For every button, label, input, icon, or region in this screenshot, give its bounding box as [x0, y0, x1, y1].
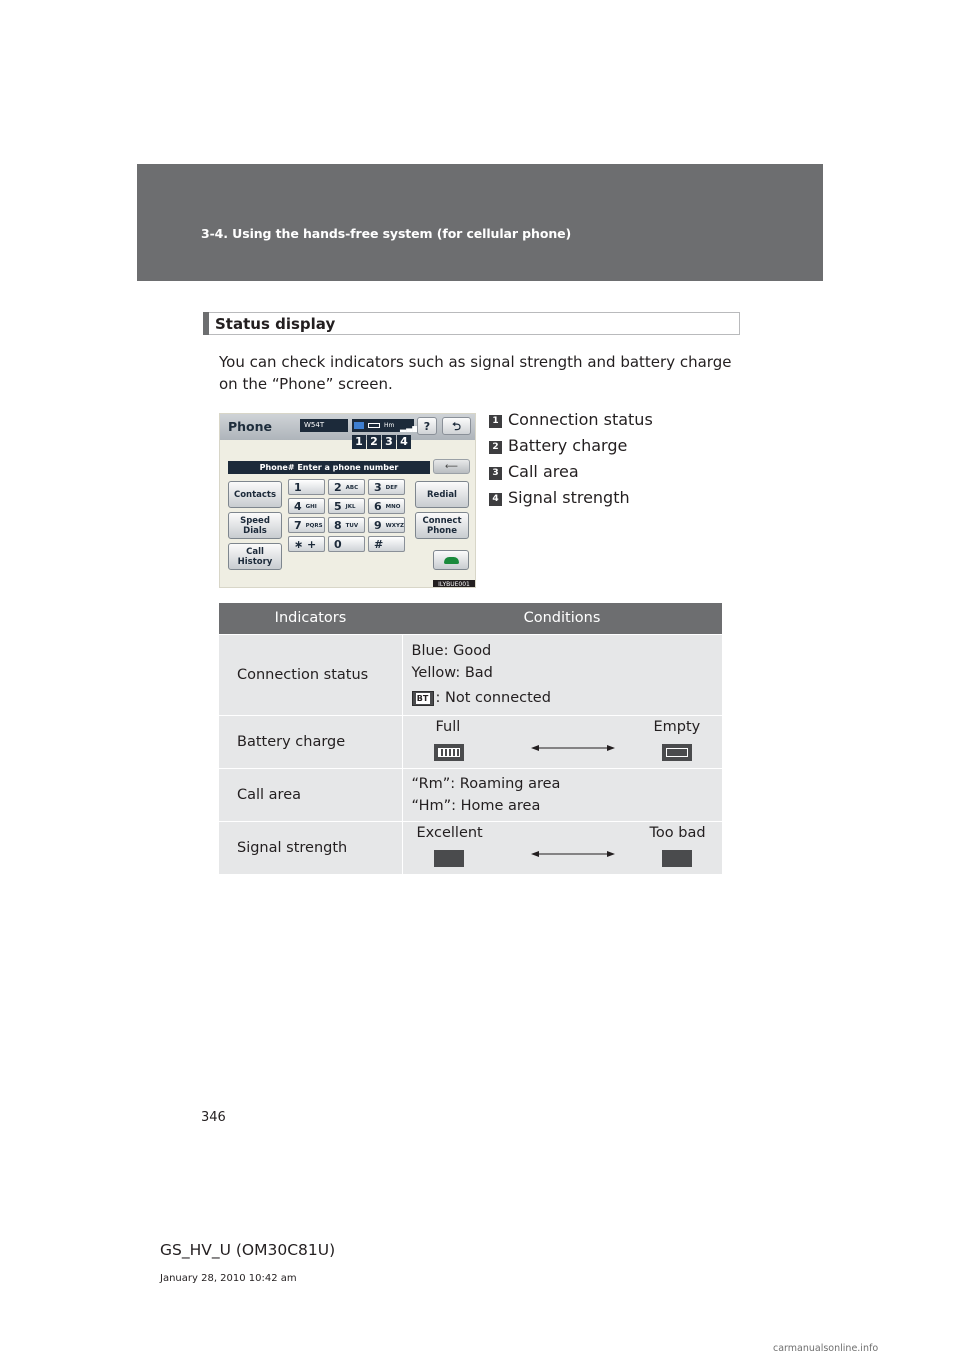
- key-4[interactable]: 4 GHI: [288, 498, 325, 514]
- section-heading-bar: [203, 312, 209, 335]
- key-2[interactable]: 2 ABC: [328, 479, 365, 495]
- call-area-text: Hm: [384, 422, 395, 429]
- indicator-name: Connection status: [219, 633, 403, 715]
- scale-left-label: Full: [435, 719, 461, 735]
- table-row: Call area “Rm”: Roaming area “Hm”: Home …: [219, 767, 722, 821]
- delete-button[interactable]: ⟵: [433, 459, 470, 474]
- indicator-name: Signal strength: [219, 820, 403, 874]
- status-callouts: 1 2 3 4: [352, 435, 411, 449]
- condition-text: Blue: Good: [411, 643, 492, 659]
- legend-label: Call area: [508, 462, 579, 481]
- condition-cell: Blue: Good Yellow: Bad : Not connected: [402, 633, 723, 715]
- section-heading: Status display: [203, 312, 740, 335]
- speed-dials-button[interactable]: Speed Dials: [228, 512, 282, 539]
- connect-phone-button[interactable]: Connect Phone: [415, 512, 469, 539]
- key-9[interactable]: 9 WXYZ: [368, 517, 405, 533]
- document-id: GS_HV_U (OM30C81U): [160, 1241, 336, 1259]
- legend-label: Battery charge: [508, 436, 628, 455]
- signal-icon: ▂▃▅: [400, 423, 419, 432]
- scale-right-label: Too bad: [649, 825, 706, 842]
- phone-screen-image: Phone W54T Hm ▂▃▅ 1 2 3 4 ? ⮌ Phone# Ent…: [219, 413, 476, 588]
- callout-1: 1: [352, 435, 366, 449]
- condition-cell: “Rm”: Roaming area “Hm”: Home area: [402, 767, 722, 821]
- battery-icon: [368, 423, 380, 428]
- help-button[interactable]: ?: [417, 417, 437, 435]
- call-history-button[interactable]: Call History: [228, 543, 282, 570]
- bt-icon: [354, 422, 364, 429]
- double-arrow-icon: [530, 851, 615, 858]
- header-band: 3-4. Using the hands-free system (for ce…: [137, 164, 823, 281]
- callout-4: 4: [397, 435, 411, 449]
- signal-none-icon: [661, 850, 802, 892]
- battery-full-icon: [433, 744, 464, 761]
- key-8[interactable]: 8 TUV: [328, 517, 365, 533]
- legend-number: 3: [489, 467, 502, 480]
- column-header-indicators: Indicators: [219, 603, 402, 634]
- table-row: Connection status Blue: Good Yellow: Bad…: [219, 633, 723, 715]
- breadcrumb: 3-4. Using the hands-free system (for ce…: [201, 226, 572, 241]
- watermark: carmanualsonline.info: [773, 1343, 879, 1354]
- call-button[interactable]: [433, 550, 469, 570]
- key-star[interactable]: ∗ +: [288, 536, 325, 552]
- contacts-button[interactable]: Contacts: [228, 481, 282, 508]
- signal-scale: Excellent Too bad: [412, 822, 802, 892]
- key-1[interactable]: 1: [288, 479, 325, 495]
- phone-handset-icon: [444, 557, 459, 564]
- scale-right-label: Empty: [653, 719, 701, 735]
- indicators-table: Indicators Conditions Connection status …: [219, 603, 802, 892]
- phone-model-label: W54T: [300, 419, 348, 432]
- condition-text: Yellow: Bad: [411, 665, 493, 681]
- phone-status-bar: Hm ▂▃▅: [352, 419, 418, 432]
- legend-number: 4: [489, 493, 502, 506]
- legend-number: 1: [489, 415, 502, 428]
- condition-text: “Rm”: Roaming area: [411, 775, 561, 792]
- key-3[interactable]: 3 DEF: [368, 479, 405, 495]
- legend-number: 2: [489, 441, 502, 454]
- page-number: 346: [201, 1110, 226, 1125]
- section-title: Status display: [215, 315, 336, 333]
- redial-button[interactable]: Redial: [415, 481, 469, 508]
- indicator-name: Battery charge: [219, 714, 403, 768]
- phone-screen-title: Phone: [228, 419, 273, 434]
- key-7[interactable]: 7 PQRS: [288, 517, 325, 533]
- condition-cell: Full Empty: [402, 714, 723, 768]
- condition-text: “Hm”: Home area: [411, 797, 541, 814]
- key-6[interactable]: 6 MNO: [368, 498, 405, 514]
- intro-paragraph: You can check indicators such as signal …: [219, 353, 732, 393]
- legend-label: Signal strength: [508, 488, 630, 507]
- image-code: ILYBUE001: [433, 580, 475, 587]
- callout-2: 2: [367, 435, 381, 449]
- document-date: January 28, 2010 10:42 am: [160, 1273, 297, 1284]
- key-5[interactable]: 5 JKL: [328, 498, 365, 514]
- double-arrow-icon: [530, 745, 615, 751]
- back-button[interactable]: ⮌: [442, 417, 471, 435]
- key-0[interactable]: 0: [328, 536, 365, 552]
- battery-empty-icon: [661, 744, 692, 761]
- condition-text: : Not connected: [435, 690, 551, 706]
- indicator-name: Call area: [219, 767, 403, 821]
- table-header-row: Indicators Conditions: [219, 603, 722, 634]
- table-row: Battery charge Full Empty: [219, 714, 723, 768]
- battery-scale: Full Empty: [412, 716, 723, 767]
- callout-3: 3: [382, 435, 396, 449]
- bt-icon: [411, 690, 434, 706]
- legend-label: Connection status: [508, 410, 653, 429]
- table-row: Signal strength Excellent Too bad: [219, 820, 802, 892]
- condition-line: : Not connected: [411, 687, 723, 709]
- condition-cell: Excellent Too bad: [402, 820, 802, 892]
- key-hash[interactable]: #: [368, 536, 405, 552]
- signal-excellent-icon: [433, 850, 579, 891]
- phone-number-field[interactable]: Phone# Enter a phone number: [228, 461, 430, 474]
- scale-left-label: Excellent: [416, 825, 483, 842]
- column-header-conditions: Conditions: [402, 603, 722, 634]
